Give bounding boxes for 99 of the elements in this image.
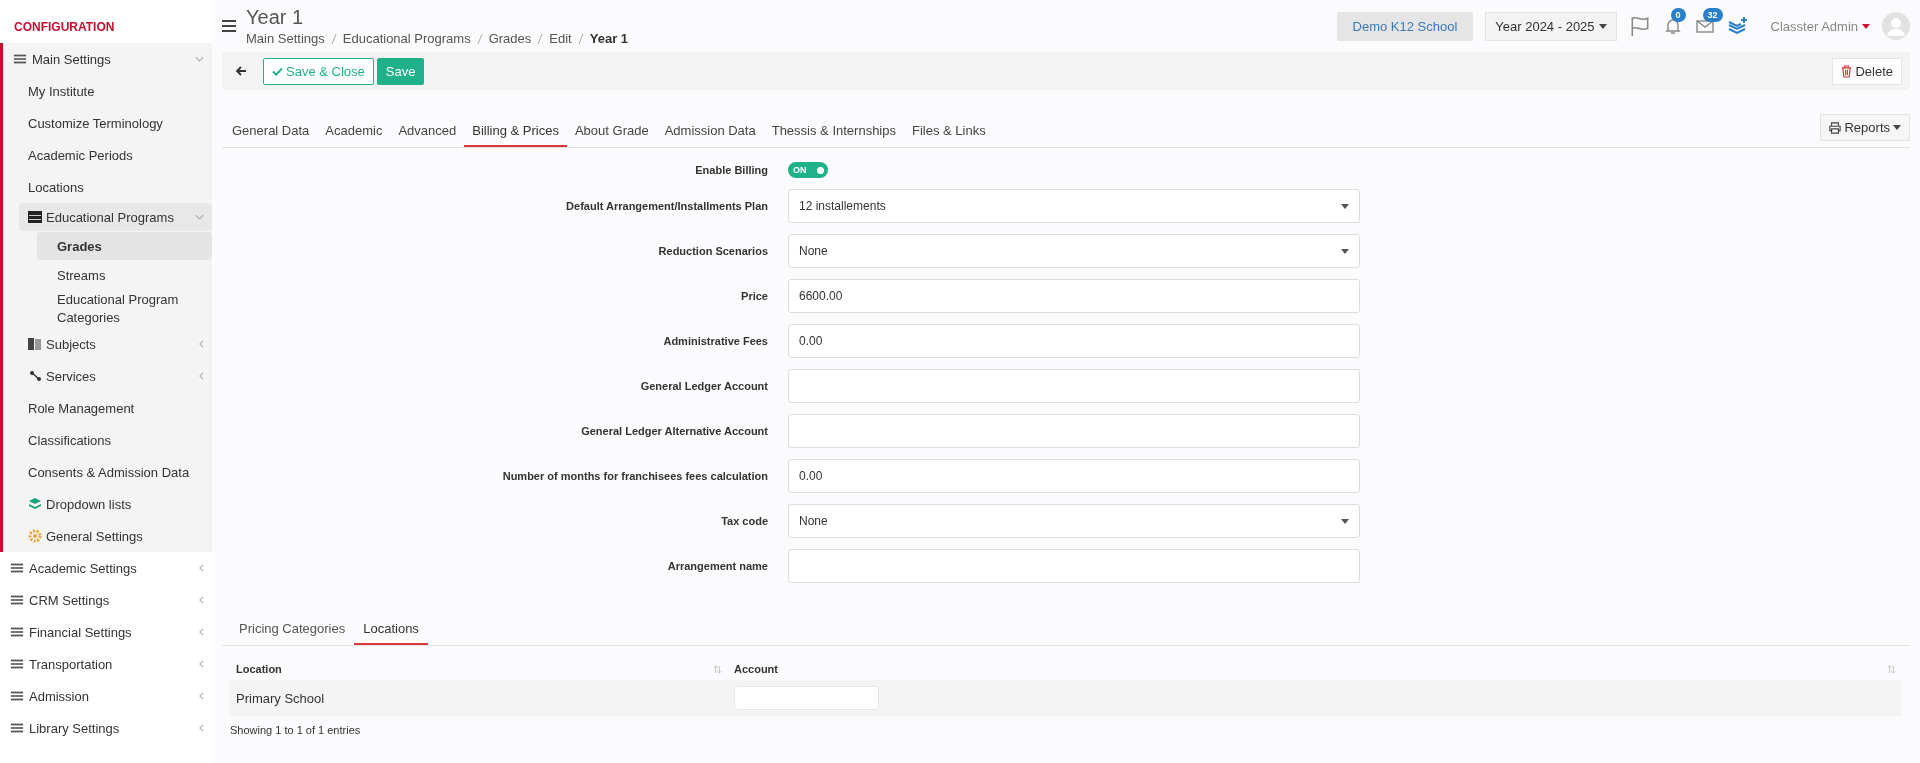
select-field[interactable]: 12 installements <box>788 189 1360 223</box>
menu-icon <box>9 593 25 607</box>
sidebar-item[interactable]: Educational Programs <box>19 203 212 231</box>
sidebar-item[interactable]: Customize Terminology <box>3 107 212 139</box>
breadcrumb-link[interactable]: Edit <box>549 31 572 46</box>
reports-button[interactable]: Reports <box>1820 114 1910 141</box>
sidebar-item[interactable]: Transportation <box>0 648 212 680</box>
input-field[interactable]: 0.00 <box>788 324 1360 358</box>
input-field[interactable]: 0.00 <box>788 459 1360 493</box>
field-label: General Ledger Account <box>639 380 768 392</box>
sidebar-item[interactable]: CRM Settings <box>0 584 212 616</box>
caret-icon <box>1862 23 1870 29</box>
tab[interactable]: About Grade <box>566 115 657 147</box>
breadcrumb-separator <box>330 32 337 45</box>
select-field[interactable]: None <box>788 234 1360 268</box>
field-label: Tax code <box>720 515 768 527</box>
select-field[interactable]: None <box>788 504 1360 538</box>
caret-icon <box>1598 23 1607 29</box>
year-dropdown[interactable]: Year 2024 - 2025 <box>1485 11 1617 41</box>
tab[interactable]: Pricing Categories <box>230 613 355 645</box>
caret-icon <box>1893 125 1901 130</box>
trash-icon <box>1841 64 1853 78</box>
tab[interactable]: General Data <box>224 115 318 147</box>
column-header[interactable]: Location <box>236 663 282 675</box>
column-header[interactable]: Account <box>734 663 778 675</box>
field-label: Reduction Scenarios <box>657 245 768 257</box>
message-count: 32 <box>1702 8 1723 22</box>
field-label: Number of months for franchisees fees calculation <box>501 470 768 482</box>
field-label: General Ledger Alternative Account <box>580 425 768 437</box>
layers-plus-icon[interactable] <box>1726 16 1749 36</box>
sidebar-item[interactable]: Admission <box>0 680 212 712</box>
sort-icon[interactable] <box>1887 664 1896 674</box>
caret-icon <box>1341 203 1349 209</box>
menu-icon <box>9 625 25 639</box>
menu-icon <box>9 561 25 575</box>
avatar-icon[interactable] <box>1882 12 1910 40</box>
table-cell-text: Primary School <box>235 690 326 706</box>
breadcrumb-separator <box>577 32 584 45</box>
tab[interactable]: Thessis & Internships <box>763 115 904 147</box>
sidebar-item[interactable]: Academic Periods <box>3 139 212 171</box>
tab[interactable]: Billing & Prices <box>464 115 567 147</box>
check-icon <box>272 66 283 76</box>
breadcrumb-link[interactable]: Main Settings <box>246 31 325 46</box>
caret-icon <box>1341 518 1349 524</box>
notification-count: 0 <box>1670 8 1686 22</box>
sidebar-item[interactable]: Consents & Admission Data <box>3 456 212 488</box>
book-icon <box>28 338 42 350</box>
sort-icon[interactable] <box>713 664 722 674</box>
menu-icon <box>9 721 25 735</box>
arrow-left-icon <box>235 65 247 77</box>
sidebar-heading: CONFIGURATION <box>13 19 116 36</box>
menu-icon[interactable] <box>222 20 236 32</box>
field-label: Default Arrangement/Installments Plan <box>565 200 768 212</box>
sidebar-item[interactable]: Academic Settings <box>0 552 212 584</box>
tab[interactable]: Files & Links <box>904 115 994 147</box>
table-icon <box>28 211 42 223</box>
school-button[interactable]: Demo K12 School <box>1336 11 1474 41</box>
tab[interactable]: Academic <box>317 115 391 147</box>
field-label: Administrative Fees <box>662 335 768 347</box>
sidebar-item[interactable]: Classifications <box>3 424 212 456</box>
breadcrumb-link[interactable]: Educational Programs <box>342 31 471 46</box>
sidebar-item[interactable]: Educational Program Categories <box>37 290 212 328</box>
sidebar-item[interactable]: Financial Settings <box>0 616 212 648</box>
sidebar-item[interactable]: Streams <box>37 261 212 289</box>
tab[interactable]: Advanced <box>390 115 465 147</box>
sidebar-item[interactable]: Subjects <box>3 328 212 360</box>
menu-icon <box>9 689 25 703</box>
sidebar-item[interactable]: Dropdown lists <box>3 488 212 520</box>
user-name[interactable]: Classter Admin <box>1770 18 1858 34</box>
page-title: Year 1 <box>246 6 305 29</box>
sidebar-item[interactable]: Main Settings <box>3 43 212 75</box>
menu-icon <box>12 52 28 66</box>
input-field[interactable]: 6600.00 <box>788 279 1360 313</box>
sidebar-item[interactable]: Role Management <box>3 392 212 424</box>
sidebar-item[interactable]: Services <box>3 360 212 392</box>
menu-icon <box>9 657 25 671</box>
delete-button[interactable]: Delete <box>1832 57 1902 85</box>
caret-icon <box>1341 248 1349 254</box>
breadcrumb-separator <box>476 32 483 45</box>
sidebar-item[interactable]: Grades <box>37 232 212 260</box>
input-field[interactable] <box>788 549 1360 583</box>
sidebar-item[interactable]: My Institute <box>3 75 212 107</box>
input-field[interactable] <box>788 369 1360 403</box>
field-label: Price <box>740 290 768 302</box>
input-field[interactable] <box>788 414 1360 448</box>
table-info: Showing 1 to 1 of 1 entries <box>230 724 362 736</box>
breadcrumb-separator <box>537 32 544 45</box>
gear-icon <box>28 529 42 543</box>
layers-icon <box>28 497 42 511</box>
breadcrumb-link[interactable]: Grades <box>488 31 532 46</box>
tab[interactable]: Admission Data <box>656 115 764 147</box>
sidebar-item[interactable]: General Settings <box>3 520 212 552</box>
printer-icon <box>1829 121 1842 134</box>
nodes-icon <box>28 369 42 383</box>
tab[interactable]: Locations <box>354 613 428 645</box>
sidebar-item[interactable]: Locations <box>3 171 212 203</box>
field-label: Enable Billing <box>694 164 768 176</box>
sidebar-item[interactable]: Library Settings <box>0 712 212 744</box>
field-label: Arrangement name <box>666 560 768 572</box>
